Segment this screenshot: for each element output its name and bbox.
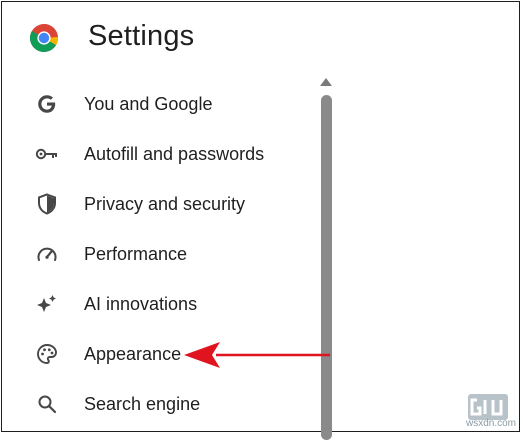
sidebar-item-ai-innovations[interactable]: AI innovations	[24, 284, 314, 324]
sidebar-item-label: Privacy and security	[84, 193, 246, 214]
watermark-text: wsxdn.com	[466, 418, 517, 429]
search-icon	[32, 389, 62, 419]
annotation-arrow	[184, 342, 330, 368]
speedometer-icon	[32, 239, 62, 269]
google-g-icon	[32, 89, 62, 119]
chrome-logo	[29, 24, 58, 53]
scrollbar-thumb[interactable]	[321, 95, 332, 440]
sidebar-item-label: AI innovations	[84, 293, 198, 314]
sparkle-icon	[32, 289, 62, 319]
sidebar-item-label: You and Google	[84, 93, 213, 114]
sidebar-item-performance[interactable]: Performance	[24, 234, 314, 274]
sidebar-item-autofill[interactable]: Autofill and passwords	[24, 134, 314, 174]
key-icon	[32, 139, 62, 169]
sidebar-item-label: Performance	[84, 243, 188, 264]
page-title: Settings	[88, 20, 195, 52]
scroll-up-arrow-icon[interactable]	[320, 78, 332, 86]
sidebar-item-label: Appearance	[84, 343, 182, 364]
shield-icon	[32, 189, 62, 219]
sidebar-item-label: Search engine	[84, 393, 201, 414]
palette-icon	[32, 339, 62, 369]
sidebar-item-privacy[interactable]: Privacy and security	[24, 184, 314, 224]
sidebar-item-search-engine[interactable]: Search engine	[24, 384, 314, 424]
sidebar-item-label: Autofill and passwords	[84, 143, 265, 164]
sidebar-item-you-and-google[interactable]: You and Google	[24, 84, 314, 124]
